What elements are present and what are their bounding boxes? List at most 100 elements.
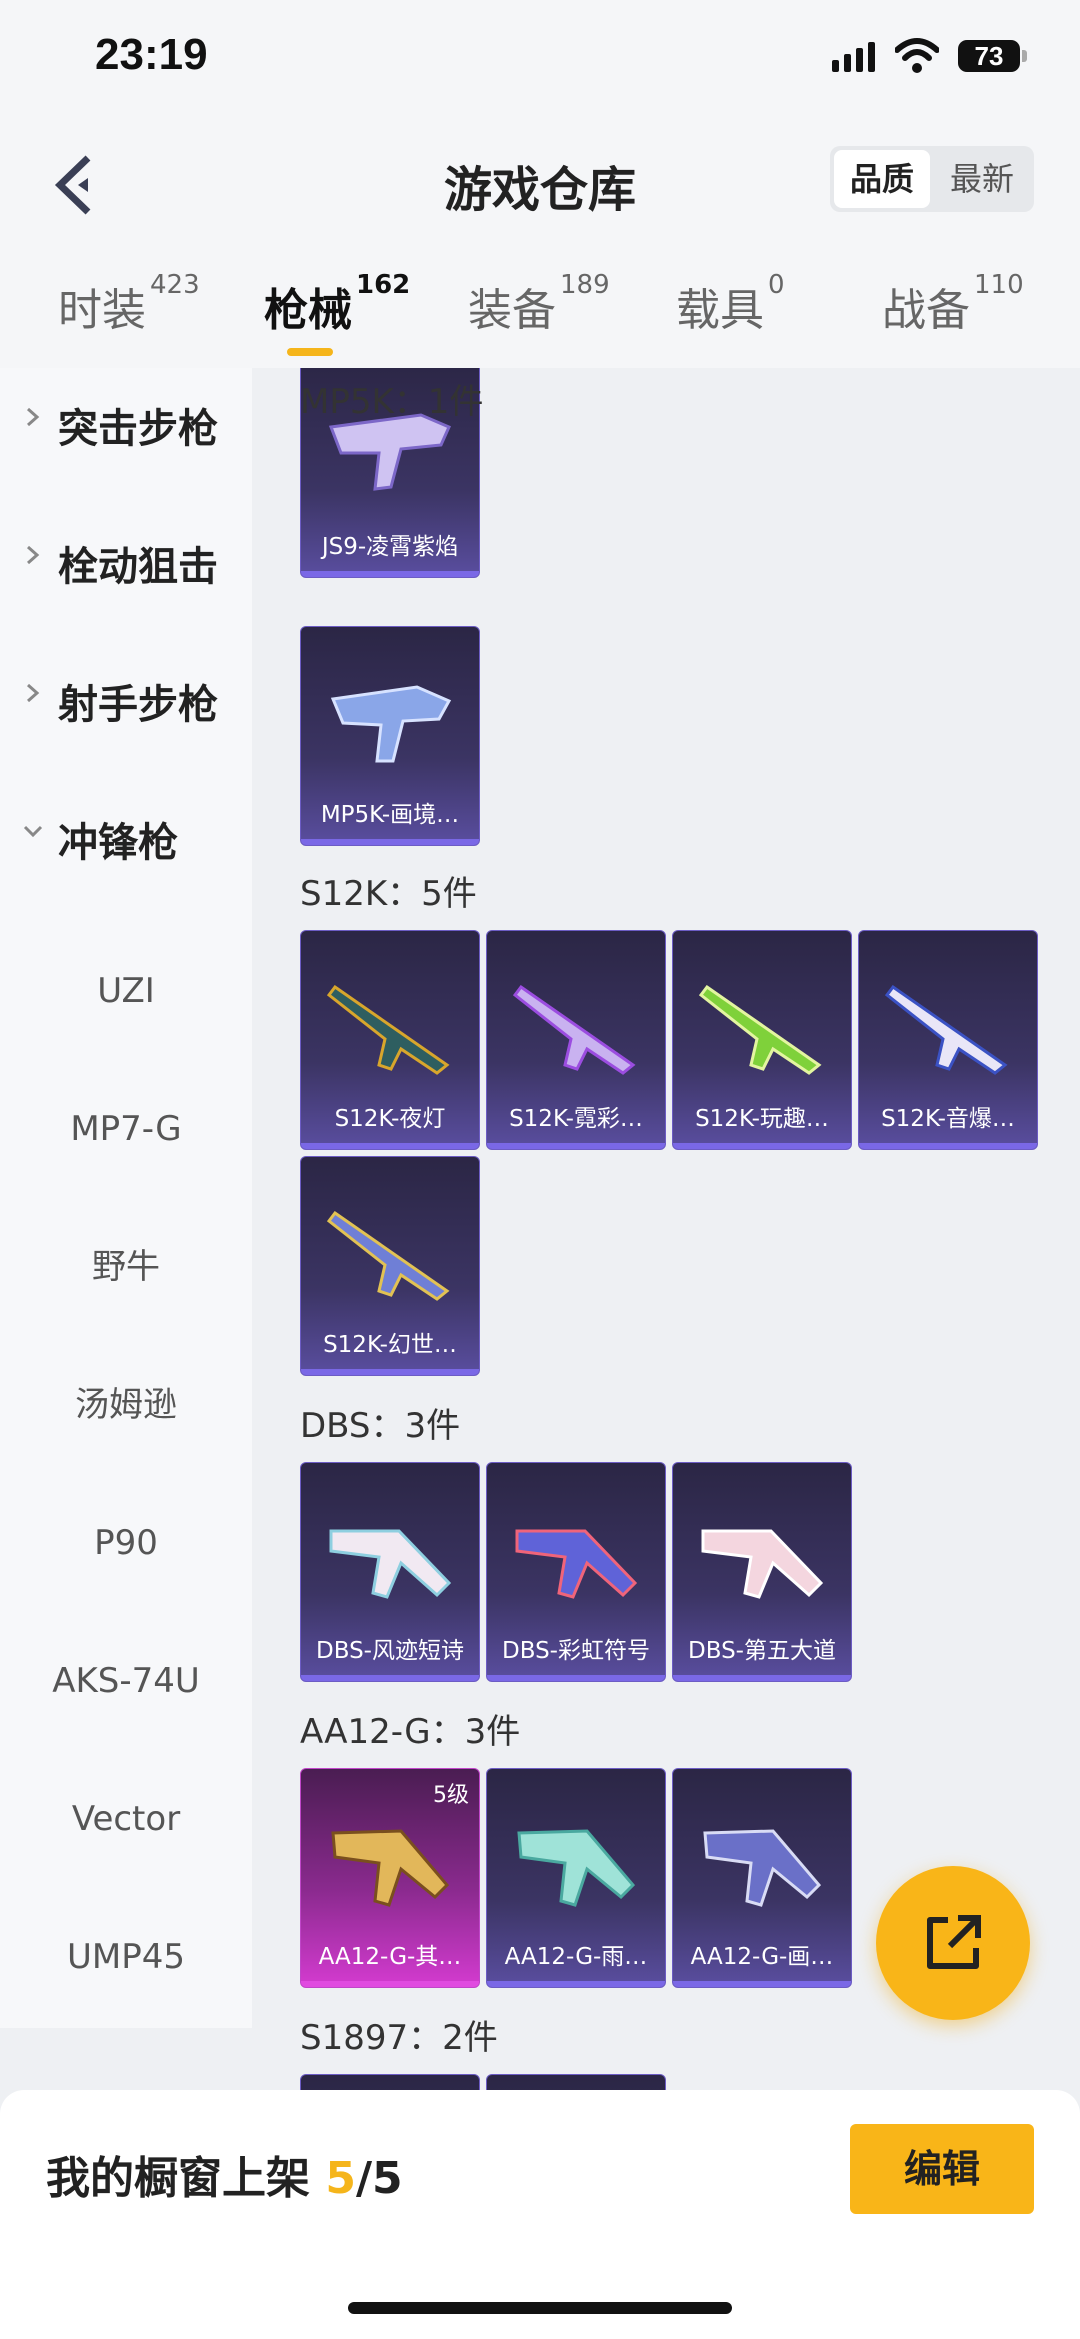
category-tabs: 时装 423 枪械 162 装备 189 载具 0 战备 110 [0, 250, 1080, 368]
card-rarity-bar [301, 571, 479, 577]
group-title: S12K：5件 [300, 874, 477, 914]
chevron-down-icon [23, 825, 43, 838]
wifi-icon [895, 38, 939, 73]
skin-name: S12K-幻世… [323, 1332, 457, 1358]
edit-button[interactable]: 编辑 [850, 2124, 1034, 2214]
skin-card[interactable]: MP5K-画境… [300, 626, 480, 846]
chevron-right-icon [27, 407, 40, 427]
tab-label: 时装 [58, 285, 146, 336]
skin-card[interactable]: DBS-第五大道 [672, 1462, 852, 1682]
gun-skin-icon [512, 984, 636, 1075]
group-title: AA12-G：3件 [300, 1712, 521, 1752]
tab-fashion[interactable]: 时装 423 [58, 270, 200, 338]
skin-card[interactable] [300, 2074, 480, 2090]
gun-skin-icon [331, 1829, 450, 1907]
sort-quality-button[interactable]: 品质 [834, 150, 930, 208]
sidebar-item-vector[interactable]: Vector [0, 1764, 252, 1874]
weapon-type-sidebar: 突击步枪 栓动狙击 射手步枪 冲锋枪 UZI MP7-G 野牛 汤姆逊 P90 … [0, 368, 252, 2028]
sidebar-category-smg[interactable]: 冲锋枪 [0, 782, 252, 892]
tab-label: 载具 [676, 285, 764, 336]
card-rarity-bar [487, 1981, 665, 1987]
sidebar-item-aks74u[interactable]: AKS-74U [0, 1626, 252, 1736]
card-rarity-bar [487, 1143, 665, 1149]
tab-count: 0 [768, 270, 785, 300]
cellular-signal-icon [832, 42, 876, 72]
skin-card[interactable]: DBS-风迹短诗 [300, 1462, 480, 1682]
skin-name: S12K-玩趣… [695, 1106, 829, 1132]
chevron-right-icon [27, 545, 40, 565]
tab-firearms[interactable]: 枪械 162 [264, 270, 410, 338]
sidebar-category-label: 栓动狙击 [58, 544, 218, 590]
skin-card[interactable]: AA12-G-雨… [486, 1768, 666, 1988]
sort-toggle: 品质 最新 [830, 146, 1034, 212]
sidebar-item-mp7g[interactable]: MP7-G [0, 1074, 252, 1184]
tab-supplies[interactable]: 战备 110 [882, 270, 1024, 338]
chevron-right-icon [27, 683, 40, 703]
card-rarity-bar [301, 1369, 479, 1375]
card-rarity-bar [673, 1981, 851, 1987]
skin-name: S12K-霓彩… [509, 1106, 643, 1132]
showcase-label: 我的橱窗上架 5/5 [46, 2142, 403, 2206]
skin-card[interactable]: S12K-幻世… [300, 1156, 480, 1376]
card-rarity-bar [673, 1675, 851, 1681]
gun-skin-icon [698, 984, 822, 1075]
skin-name: S12K-夜灯 [334, 1106, 446, 1132]
sidebar-category-marksman-rifle[interactable]: 射手步枪 [0, 644, 252, 754]
showcase-text: 我的橱窗上架 [46, 2153, 310, 2204]
gun-skin-icon [515, 1529, 638, 1599]
tab-count: 189 [560, 270, 610, 300]
tab-equipment[interactable]: 装备 189 [468, 270, 610, 338]
status-time: 23:19 [95, 30, 208, 79]
card-rarity-bar [301, 1981, 479, 1987]
active-tab-indicator [287, 348, 333, 356]
group-title: DBS：3件 [300, 1406, 461, 1446]
skin-name: DBS-第五大道 [688, 1638, 836, 1664]
skin-name: AA12-G-雨… [504, 1944, 648, 1970]
sidebar-category-bolt-sniper[interactable]: 栓动狙击 [0, 506, 252, 616]
battery-tip [1022, 50, 1027, 62]
sidebar-item-uzi[interactable]: UZI [0, 936, 252, 1046]
skin-card[interactable]: S12K-霓彩… [486, 930, 666, 1150]
skin-list: JS9-凌霄紫焰 MP5K：1件 MP5K-画境… S12K：5件 S12K-夜… [252, 368, 1080, 2090]
status-bar: 23:19 73 [0, 0, 1080, 120]
showcase-current-count: 5 [325, 2153, 356, 2204]
gun-skin-icon [884, 984, 1008, 1075]
gun-skin-icon [326, 984, 450, 1075]
card-rarity-bar [487, 1675, 665, 1681]
card-rarity-bar [859, 1143, 1037, 1149]
gun-skin-icon [701, 1529, 824, 1599]
skin-card[interactable]: DBS-彩虹符号 [486, 1462, 666, 1682]
sidebar-category-label: 冲锋枪 [58, 820, 178, 866]
skin-card[interactable] [486, 2074, 666, 2090]
gun-skin-icon [330, 685, 452, 763]
share-fab[interactable] [876, 1866, 1030, 2020]
sort-newest-button[interactable]: 最新 [934, 150, 1030, 208]
sidebar-category-assault-rifle[interactable]: 突击步枪 [0, 368, 252, 478]
showcase-bar: 我的橱窗上架 5/5 编辑 [0, 2090, 1080, 2339]
nav-header: 游戏仓库 品质 最新 [0, 120, 1080, 250]
skin-name: MP5K-画境… [320, 802, 460, 828]
gun-skin-icon [517, 1829, 636, 1907]
sidebar-item-thompson[interactable]: 汤姆逊 [0, 1350, 252, 1460]
card-rarity-bar [301, 1675, 479, 1681]
skin-name: DBS-风迹短诗 [316, 1638, 464, 1664]
tab-label: 战备 [882, 285, 970, 336]
skin-card[interactable]: S12K-夜灯 [300, 930, 480, 1150]
sidebar-item-bizon[interactable]: 野牛 [0, 1212, 252, 1322]
battery-icon: 73 [958, 40, 1020, 72]
sidebar-item-p90[interactable]: P90 [0, 1488, 252, 1598]
tab-count: 110 [974, 270, 1024, 300]
group-title: S1897：2件 [300, 2018, 498, 2058]
tab-vehicles[interactable]: 载具 0 [676, 270, 785, 338]
skin-card[interactable]: S12K-音爆… [858, 930, 1038, 1150]
skin-card[interactable]: 5级 AA12-G-其… [300, 1768, 480, 1988]
sidebar-item-ump45[interactable]: UMP45 [0, 1902, 252, 2012]
sidebar-category-label: 突击步枪 [58, 406, 218, 452]
skin-card[interactable]: S12K-玩趣… [672, 930, 852, 1150]
skin-name: DBS-彩虹符号 [502, 1638, 650, 1664]
skin-card[interactable]: AA12-G-画… [672, 1768, 852, 1988]
tab-count: 423 [150, 270, 200, 300]
gun-skin-icon [703, 1829, 822, 1907]
skin-name: AA12-G-画… [690, 1944, 834, 1970]
home-indicator [348, 2302, 732, 2314]
